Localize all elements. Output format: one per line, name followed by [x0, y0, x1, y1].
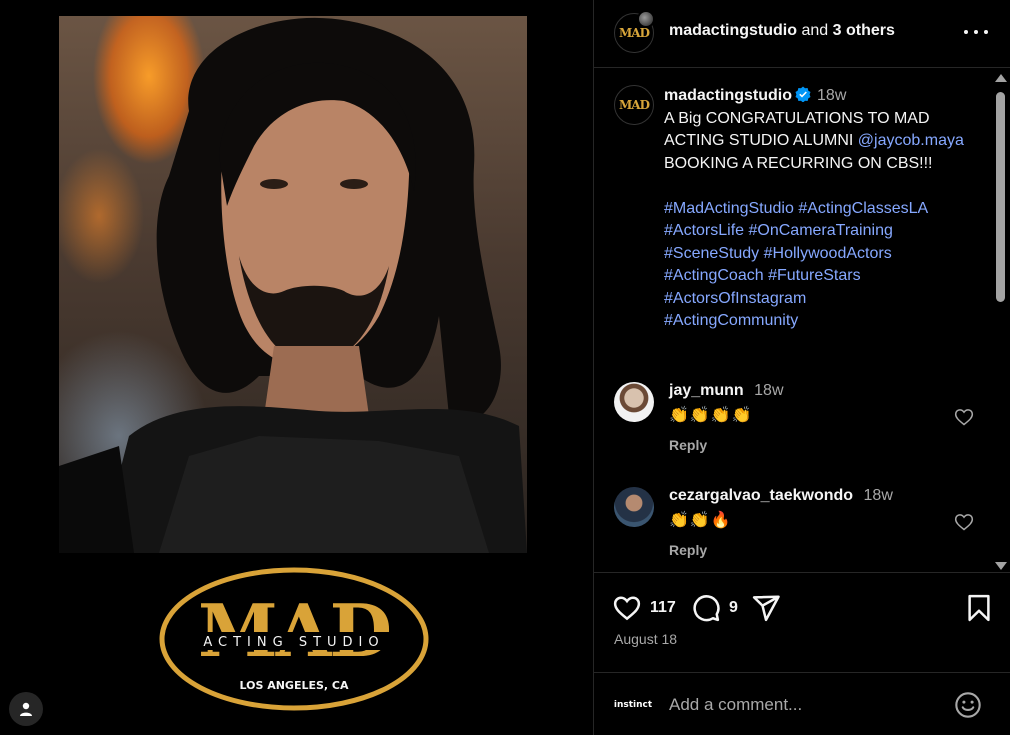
svg-text:LOS ANGELES, CA: LOS ANGELES, CA — [239, 679, 349, 692]
hashtag-link[interactable]: #ActingClassesLA — [798, 200, 927, 217]
others-link[interactable]: 3 others — [833, 22, 895, 39]
scrollbar-thumb[interactable] — [996, 92, 1005, 302]
comments-scroll-area[interactable]: MAD madactingstudio 18w A Big CONGRATULAT… — [594, 69, 1010, 572]
post-header: MAD madactingstudio and 3 others — [594, 0, 1010, 68]
verified-badge-icon — [795, 86, 811, 102]
heart-icon — [613, 596, 641, 621]
like-button[interactable]: 117 — [612, 593, 676, 623]
comment-time: 18w — [863, 487, 893, 504]
scrollbar[interactable] — [994, 72, 1008, 572]
commenter-avatar[interactable] — [614, 382, 654, 422]
and-text: and — [801, 22, 829, 39]
post-authors[interactable]: madactingstudio and 3 others — [669, 22, 895, 40]
caption-text-2: BOOKING A RECURRING ON CBS!!! — [664, 154, 933, 172]
actor-portrait — [59, 17, 527, 553]
hashtag-link[interactable]: #ActingCommunity — [664, 312, 798, 329]
hashtag-link[interactable]: #SceneStudy — [664, 245, 759, 262]
caption-body: madactingstudio 18w A Big CONGRATULATIONS… — [664, 85, 979, 333]
svg-text:MAD: MAD — [198, 588, 390, 673]
current-user-avatar[interactable]: instinct — [614, 686, 652, 724]
post-date[interactable]: August 18 — [614, 631, 677, 647]
comment-time: 18w — [754, 382, 784, 399]
heart-icon[interactable] — [954, 512, 974, 532]
add-comment-bar: instinct — [594, 672, 1010, 735]
caption-username[interactable]: madactingstudio — [664, 87, 792, 104]
post-photo[interactable] — [59, 16, 527, 553]
hashtag-link[interactable]: #ActorsOfInstagram — [664, 290, 806, 307]
send-icon — [752, 595, 780, 622]
scroll-down-arrow-icon[interactable] — [995, 562, 1007, 570]
caption-time: 18w — [817, 87, 847, 104]
more-options-icon[interactable] — [964, 22, 988, 42]
share-button[interactable] — [751, 593, 781, 623]
post-details-panel: MAD madactingstudio and 3 others MAD mad… — [593, 0, 1010, 735]
comment-header: jay_munn 18w — [669, 382, 784, 400]
post-media: MAD ACTING STUDIO LOS ANGELES, CA — [0, 0, 593, 735]
comment-username[interactable]: cezargalvao_taekwondo — [669, 487, 853, 504]
comment-text: 👏👏🔥 — [669, 512, 732, 529]
hashtag-link[interactable]: #FutureStars — [768, 267, 860, 284]
reply-button[interactable]: Reply — [669, 437, 707, 453]
comment-text: 👏👏👏👏 — [669, 407, 753, 424]
post-actions: 117 9 August 18 — [594, 572, 1010, 672]
comment-count[interactable]: 9 — [729, 599, 738, 617]
comment-username[interactable]: jay_munn — [669, 382, 744, 399]
mad-acting-studio-logo: MAD ACTING STUDIO LOS ANGELES, CA — [158, 566, 430, 712]
save-button[interactable] — [964, 593, 994, 623]
bookmark-icon — [968, 594, 990, 622]
collaborator-avatar — [637, 10, 655, 28]
reply-button[interactable]: Reply — [669, 542, 707, 558]
comment-bubble-icon — [693, 595, 720, 622]
author-username[interactable]: madactingstudio — [669, 22, 797, 39]
person-icon — [20, 702, 32, 716]
comment-header: cezargalvao_taekwondo 18w — [669, 487, 893, 505]
hashtag-link[interactable]: #HollywoodActors — [764, 245, 892, 262]
caption-avatar[interactable]: MAD — [614, 85, 654, 125]
comment-button[interactable]: 9 — [691, 593, 738, 623]
commenter-avatar[interactable] — [614, 487, 654, 527]
scroll-up-arrow-icon[interactable] — [995, 74, 1007, 82]
svg-text:ACTING STUDIO: ACTING STUDIO — [203, 635, 384, 650]
mention-link[interactable]: @jaycob.maya — [858, 132, 964, 149]
hashtag-link[interactable]: #OnCameraTraining — [749, 222, 893, 239]
hashtag-link[interactable]: #MadActingStudio — [664, 200, 794, 217]
like-count[interactable]: 117 — [650, 599, 676, 617]
tagged-users-button[interactable] — [9, 692, 43, 726]
heart-icon[interactable] — [954, 407, 974, 427]
hashtag-link[interactable]: #ActingCoach — [664, 267, 764, 284]
emoji-icon[interactable] — [954, 691, 982, 719]
hashtag-link[interactable]: #ActorsLife — [664, 222, 744, 239]
add-comment-input[interactable] — [669, 691, 939, 719]
